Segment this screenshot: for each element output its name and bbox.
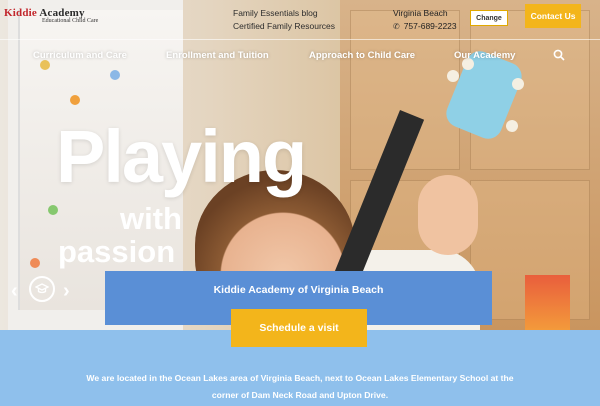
contact-us-button[interactable]: Contact Us: [525, 4, 581, 28]
nav-item-curriculum[interactable]: Curriculum and Care: [33, 50, 127, 61]
logo[interactable]: Kiddie Academy Educational Child Care: [4, 7, 98, 24]
location-city: Virginia Beach: [393, 8, 448, 18]
resources-link[interactable]: Certified Family Resources: [233, 20, 335, 33]
location-description-line-1: We are located in the Ocean Lakes area o…: [86, 373, 514, 383]
phone-icon: ✆: [393, 22, 400, 31]
logo-kiddie: Kiddie: [4, 7, 37, 19]
location-description: We are located in the Ocean Lakes area o…: [40, 370, 560, 404]
schedule-visit-button[interactable]: Schedule a visit: [231, 309, 367, 347]
nav-item-enrollment[interactable]: Enrollment and Tuition: [166, 50, 269, 61]
location-info: Virginia Beach ✆ 757-689-2223: [393, 7, 457, 33]
nav-item-our-academy[interactable]: Our Academy: [454, 50, 515, 61]
child-hand: [418, 175, 478, 255]
search-icon[interactable]: [553, 49, 565, 61]
hero-headline-playing: Playing: [56, 115, 307, 198]
phone-number: 757-689-2223: [403, 21, 457, 31]
location-description-line-2: corner of Dam Neck Road and Upton Drive.: [211, 390, 389, 400]
change-location-button[interactable]: Change: [470, 10, 508, 26]
hero-headline-with: with: [120, 201, 182, 236]
blog-link[interactable]: Family Essentials blog: [233, 7, 335, 20]
tuning-peg: [447, 70, 459, 82]
graduation-cap-icon: [35, 283, 49, 294]
logo-tagline: Educational Child Care: [42, 18, 99, 24]
carousel-prev-button[interactable]: ‹: [11, 280, 18, 303]
main-nav: Curriculum and Care Enrollment and Tuiti…: [0, 39, 600, 69]
phone-link[interactable]: ✆ 757-689-2223: [393, 20, 457, 33]
toy-blocks: [525, 275, 570, 330]
hero-badge-icon[interactable]: [29, 276, 55, 302]
tuning-peg: [506, 120, 518, 132]
carousel-next-button[interactable]: ›: [63, 280, 70, 303]
tuning-peg: [512, 78, 524, 90]
nav-item-approach[interactable]: Approach to Child Care: [309, 50, 415, 61]
hero-headline-passion: passion: [58, 234, 176, 269]
top-links: Family Essentials blog Certified Family …: [233, 7, 335, 33]
school-name: Kiddie Academy of Virginia Beach: [213, 284, 384, 296]
